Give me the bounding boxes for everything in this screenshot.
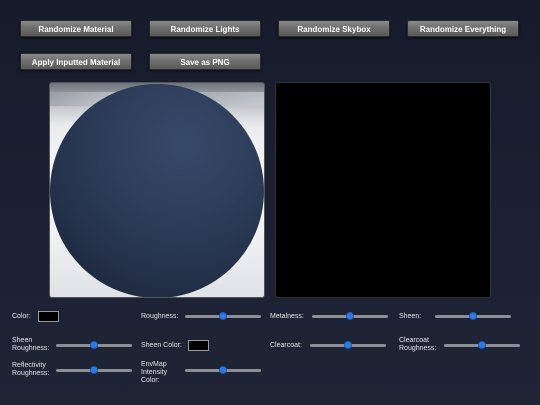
randomize-material-button[interactable]: Randomize Material [20,20,132,37]
apply-inputted-material-button[interactable]: Apply Inputted Material [20,53,132,70]
slider-thumb[interactable] [90,341,98,349]
metalness-label: Metalness: [270,313,304,320]
roughness-slider[interactable] [185,312,261,321]
slider-thumb[interactable] [219,312,227,320]
reflectivity-roughness-slider[interactable] [56,366,132,375]
material-sphere [50,84,264,297]
sheen-color-label: Sheen Color: [141,342,182,349]
clearcoat-slider[interactable] [310,341,386,350]
slider-thumb[interactable] [344,341,352,349]
slider-thumb[interactable] [90,366,98,374]
envmap-intensity-slider[interactable] [185,366,261,375]
randomize-skybox-button[interactable]: Randomize Skybox [278,20,390,37]
clearcoat-roughness-slider[interactable] [444,341,520,350]
clearcoat-label: Clearcoat: [270,342,302,349]
slider-thumb[interactable] [219,366,227,374]
reflectivity-roughness-label: Reflectivity Roughness: [12,362,50,377]
roughness-label: Roughness: [141,313,179,320]
sheen-label: Sheen: [399,313,422,320]
clearcoat-roughness-label: Clearcoat Roughness: [399,337,437,352]
color-swatch-fill [41,314,56,319]
slider-thumb[interactable] [469,312,477,320]
sheen-roughness-label: Sheen Roughness: [12,337,50,352]
sheen-roughness-slider[interactable] [56,341,132,350]
randomize-everything-button[interactable]: Randomize Everything [407,20,519,37]
slider-thumb[interactable] [346,312,354,320]
envmap-intensity-color-label: EnvMap Intensity Color: [141,361,168,384]
sheen-slider[interactable] [435,312,511,321]
metalness-slider[interactable] [312,312,388,321]
sheen-color-picker[interactable] [188,340,209,351]
color-picker[interactable] [38,311,59,322]
material-preview-canvas[interactable] [49,82,265,298]
sheen-color-swatch-fill [191,343,206,348]
color-label: Color: [12,313,31,320]
slider-thumb[interactable] [478,341,486,349]
save-png-button[interactable]: Save as PNG [149,53,261,70]
skybox-canvas[interactable] [275,82,491,298]
randomize-lights-button[interactable]: Randomize Lights [149,20,261,37]
